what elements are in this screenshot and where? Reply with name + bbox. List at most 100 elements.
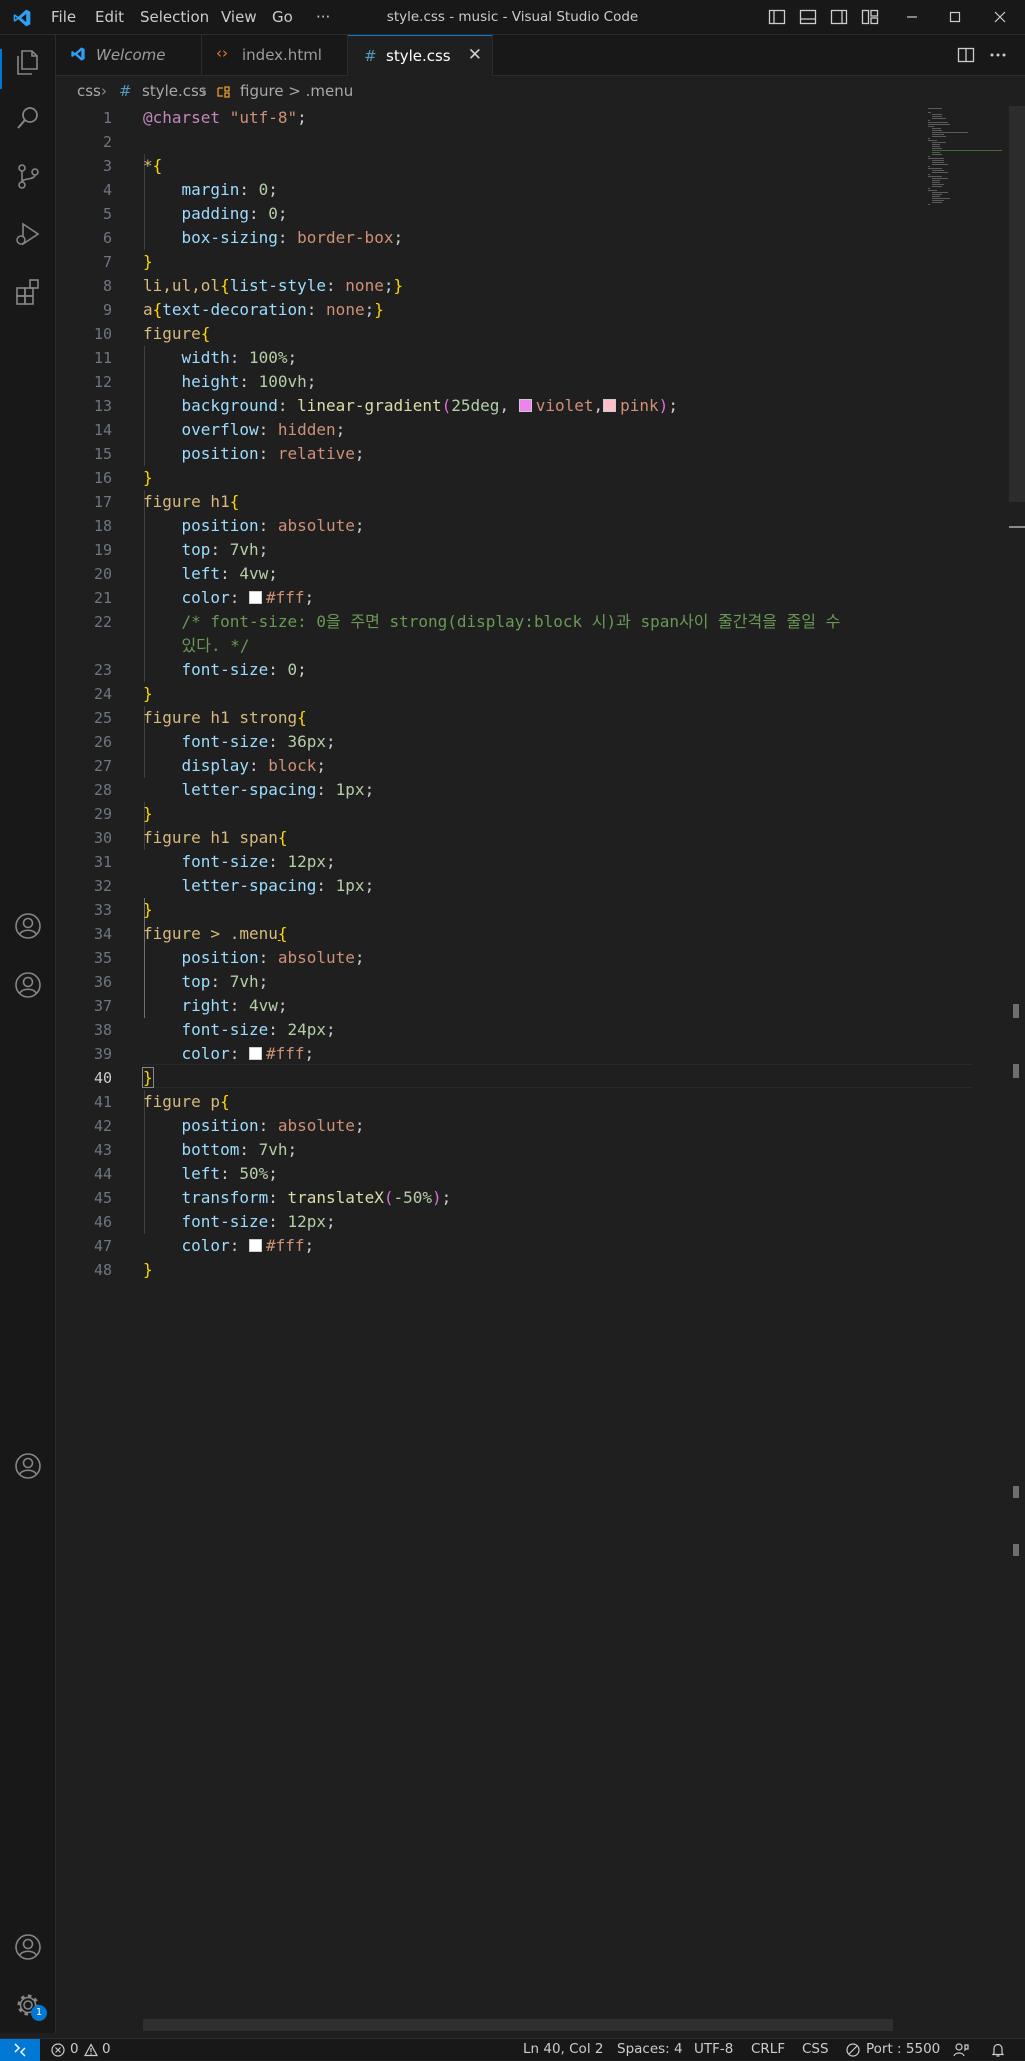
tab-index-html[interactable]: ‹› index.html [202,35,348,75]
menu-file[interactable]: File [51,8,76,26]
remote-indicator[interactable] [0,2039,40,2061]
toggle-panel-icon[interactable] [799,8,817,26]
line-number: 18 [93,517,112,535]
line-number: 31 [93,853,112,871]
line-number: 47 [93,1237,112,1255]
code-line: 있다. */ [181,636,250,655]
tab-welcome[interactable]: Welcome [56,35,202,75]
feedback-icon[interactable] [953,2042,969,2058]
warning-count[interactable]: 0 [102,2041,111,2057]
breadcrumb-symbol[interactable]: figure > .menu [240,82,353,100]
line-number: 3 [102,157,112,175]
code-line: right: 4vw; [181,996,288,1015]
line-number: 15 [93,445,112,463]
menu-selection[interactable]: Selection [140,8,209,26]
color-swatch-pink[interactable] [603,399,617,412]
tab-style-css[interactable]: # style.css ✕ [348,35,493,76]
vscode-logo-icon [13,9,31,27]
color-swatch-white[interactable] [248,1239,262,1252]
indentation[interactable]: Spaces: 4 [617,2041,683,2057]
run-debug-icon[interactable] [13,219,43,249]
scrollbar-marker [1009,526,1025,528]
code-line: color: #fff; [181,1236,315,1255]
source-control-icon[interactable] [13,161,43,191]
code-line: li,ul,ol{list-style: none;} [143,276,404,295]
line-number: 34 [93,925,112,943]
line-number: 5 [102,205,112,223]
search-icon[interactable] [13,103,43,133]
tab-label: style.css [386,47,451,65]
scrollbar-thumb[interactable] [1009,106,1025,502]
breadcrumb-folder[interactable]: css [77,82,101,100]
code-line: } [143,468,153,487]
end-of-line[interactable]: CRLF [751,2041,785,2057]
customize-layout-icon[interactable] [861,8,879,26]
line-number: 13 [93,397,112,415]
account-icon[interactable] [13,911,43,941]
vscode-icon [71,47,85,61]
explorer-icon[interactable] [13,47,43,77]
accounts-icon[interactable] [13,1932,43,1962]
line-number: 42 [93,1117,112,1135]
code-line: @charset "utf-8"; [143,108,307,127]
line-number: 28 [93,781,112,799]
minimize-icon[interactable] [903,8,921,26]
error-count[interactable]: 0 [70,2041,79,2057]
line-number: 14 [93,421,112,439]
symbol-class-icon [217,86,230,98]
menu-go[interactable]: Go [272,8,293,26]
menu-edit[interactable]: Edit [95,8,124,26]
vertical-scrollbar[interactable] [1009,106,1025,2033]
line-number: 32 [93,877,112,895]
color-swatch-violet[interactable] [518,399,532,412]
notifications-bell-icon[interactable] [990,2042,1006,2058]
line-number: 30 [93,829,112,847]
code-line: display: block; [181,756,327,775]
line-number: 6 [102,229,112,247]
cursor-position[interactable]: Ln 40, Col 2 [523,2041,603,2057]
code-editor[interactable]: 1 2 3 4 5 6 7 8 9 10 11 12 13 14 15 16 17 18 19 20 21 22 23 24 2… [56,106,1025,2033]
toggle-secondary-sidebar-icon[interactable] [830,8,848,26]
scrollbar-marker [1013,1486,1019,1498]
error-icon[interactable] [51,2043,65,2057]
more-actions-icon[interactable] [988,45,1008,65]
code-line: *{ [143,156,163,175]
code-line: font-size: 0; [181,660,307,679]
line-number: 40 [93,1069,112,1087]
toggle-primary-sidebar-icon[interactable] [768,8,786,26]
color-swatch-white[interactable] [248,1047,262,1060]
color-swatch-white[interactable] [248,591,262,604]
language-mode[interactable]: CSS [802,2041,829,2057]
account-icon[interactable] [13,1451,43,1481]
maximize-icon[interactable] [946,8,964,26]
code-line: } [143,1260,153,1279]
code-line: letter-spacing: 1px; [181,876,375,895]
code-line: position: absolute; [181,516,365,535]
code-line: font-size: 24px; [181,1020,336,1039]
account-icon[interactable] [13,970,43,1000]
line-number: 41 [93,1093,112,1111]
breadcrumb-file[interactable]: style.css [142,82,207,100]
split-editor-icon[interactable] [956,45,976,65]
close-window-icon[interactable] [991,8,1009,26]
code-line: background: linear-gradient(25deg, viole… [181,396,678,415]
line-number: 27 [93,757,112,775]
horizontal-scrollbar[interactable] [143,2019,893,2031]
warning-icon[interactable] [84,2043,98,2057]
minimap[interactable] [926,106,1016,226]
scrollbar-marker [1013,1004,1019,1018]
activity-bar [0,35,56,2033]
encoding[interactable]: UTF-8 [694,2041,733,2057]
line-number: 24 [93,685,112,703]
code-line: transform: translateX(-50%); [181,1188,452,1207]
code-line: left: 4vw; [181,564,278,583]
menu-view[interactable]: View [221,8,257,26]
menu-more[interactable]: ··· [316,8,330,26]
extensions-icon[interactable] [13,277,43,307]
line-number: 16 [93,469,112,487]
live-server-port[interactable]: Port : 5500 [866,2041,940,2057]
line-number: 45 [93,1189,112,1207]
close-icon[interactable]: ✕ [468,45,482,65]
line-number: 2 [102,133,112,151]
code-content: @charset "utf-8"; *{ margin: 0; padding:… [142,106,840,1279]
